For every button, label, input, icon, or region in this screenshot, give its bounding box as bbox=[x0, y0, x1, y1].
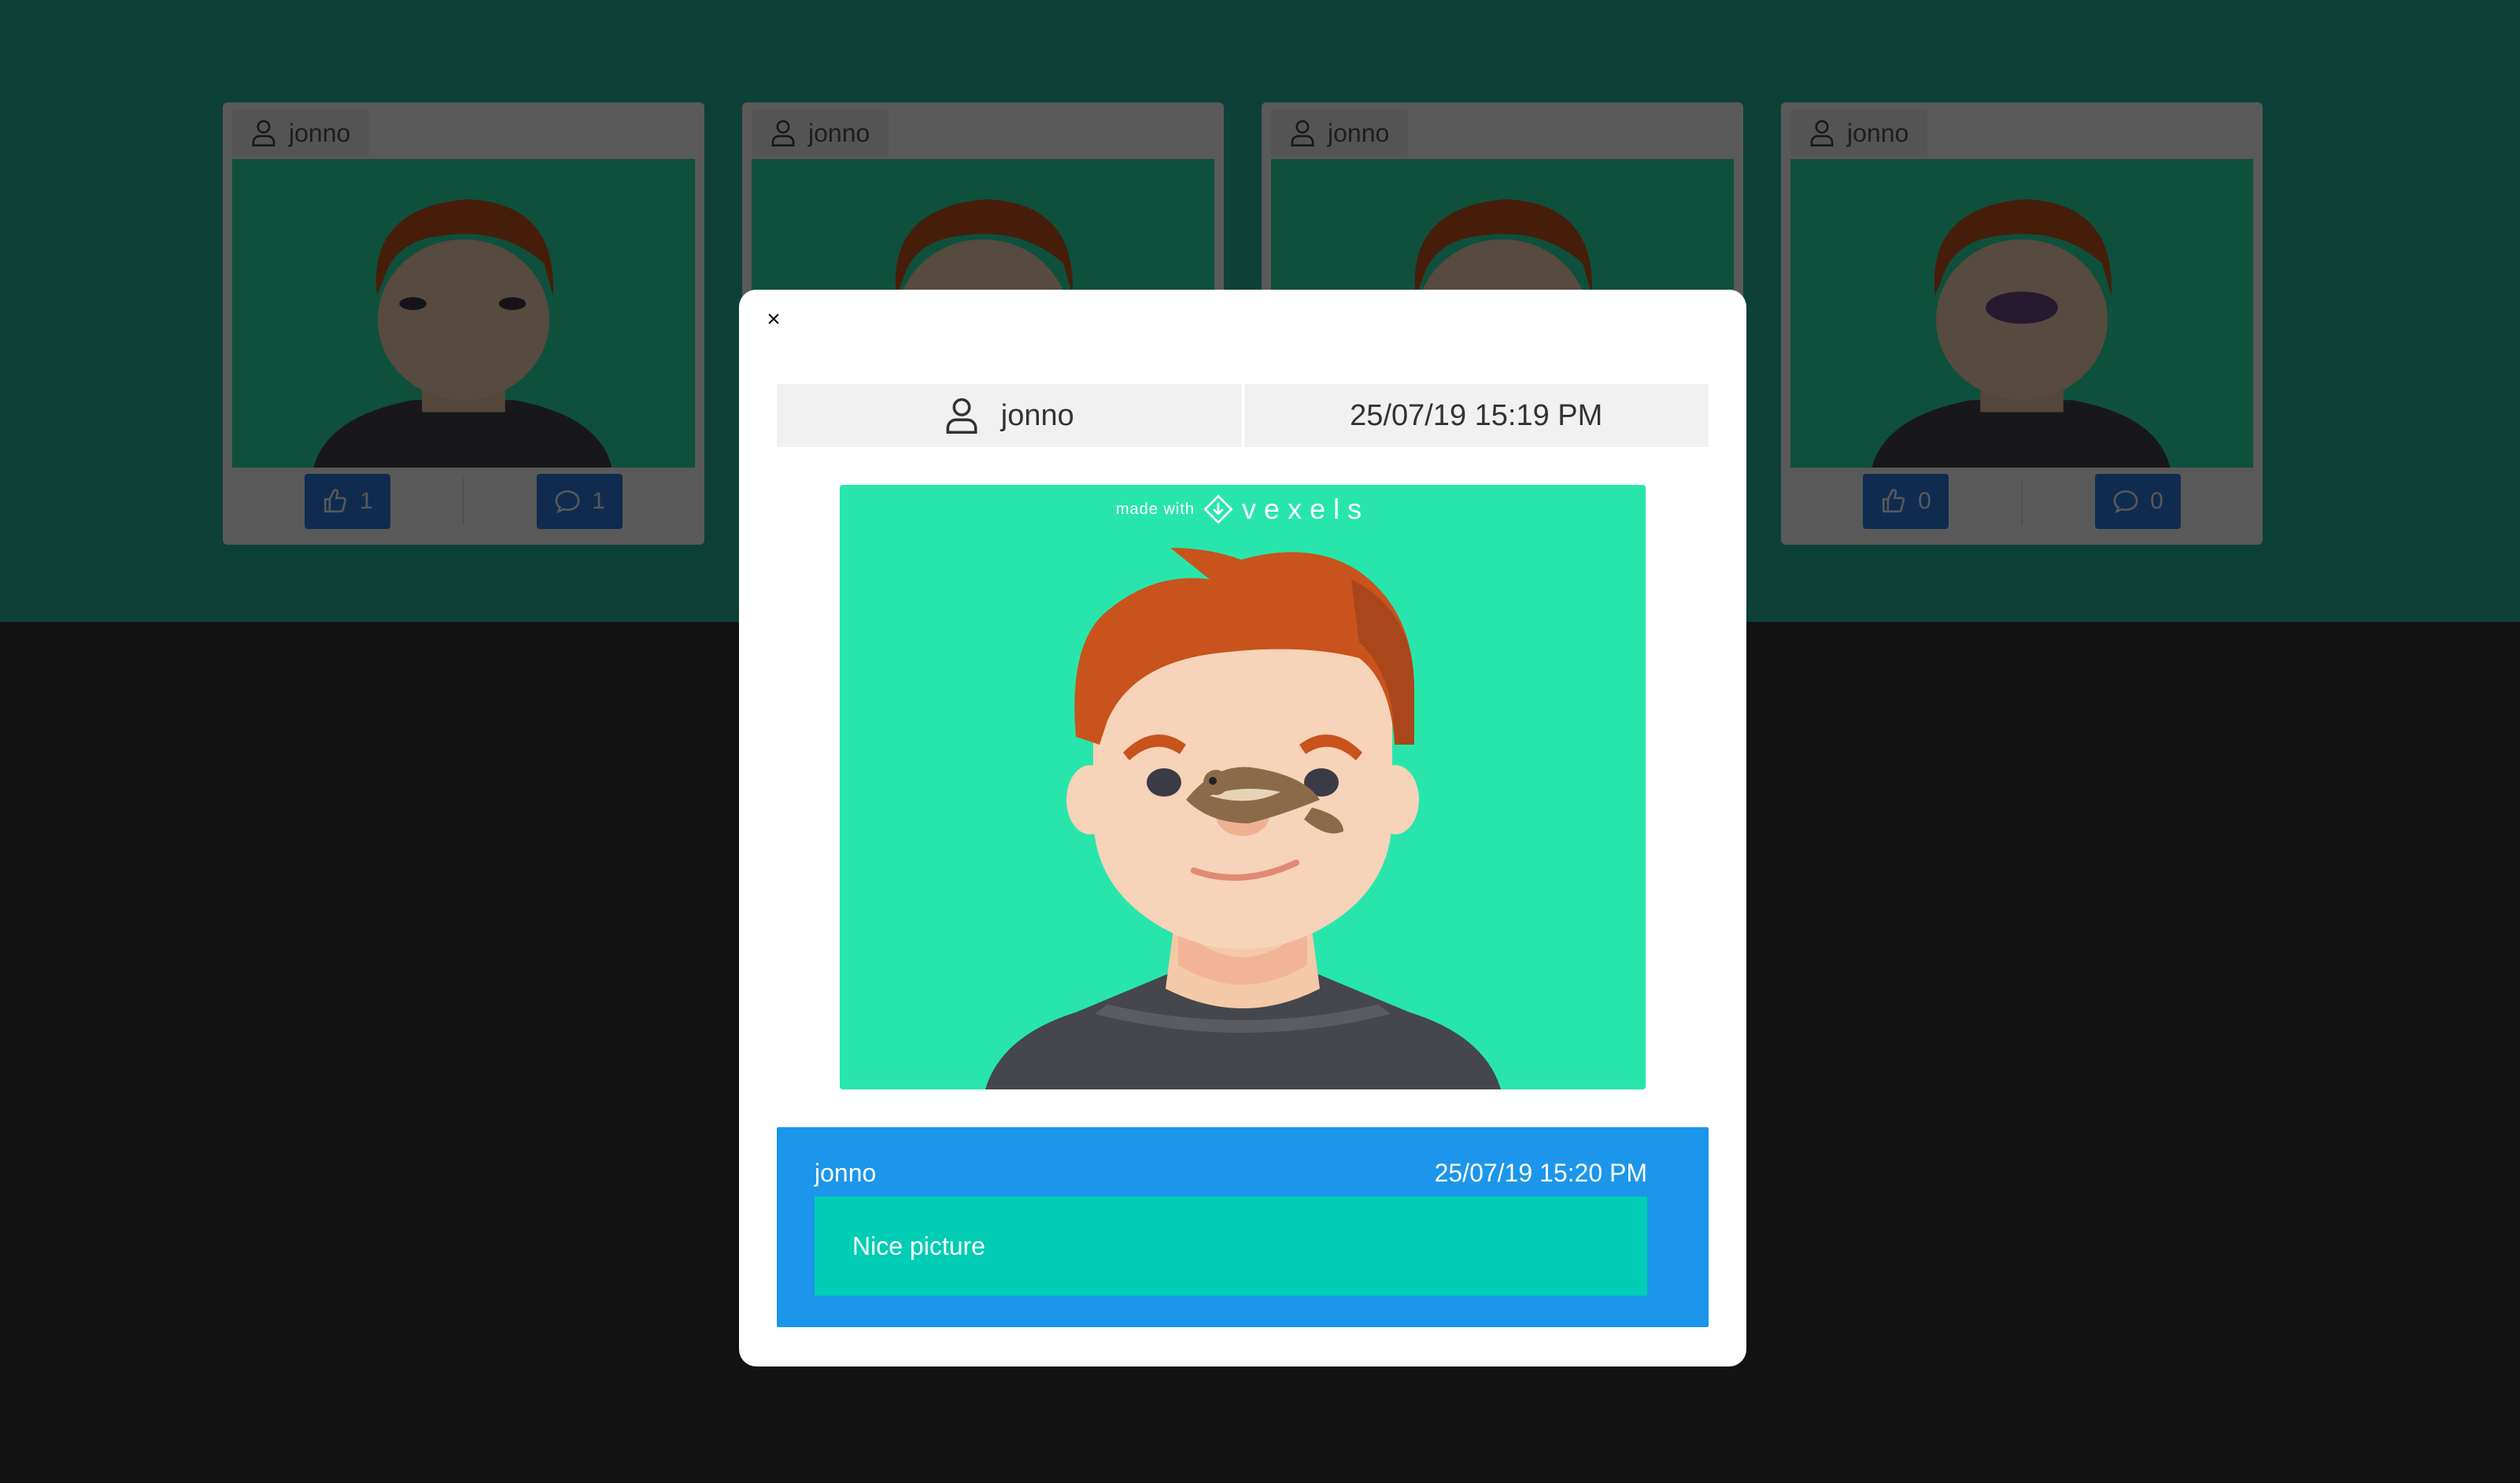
post-timestamp: 25/07/19 15:19 PM bbox=[1350, 398, 1603, 432]
user-icon bbox=[946, 398, 977, 434]
comment-text: Nice picture bbox=[815, 1196, 1647, 1296]
post-detail-modal: × jonno 25/07/19 15:19 PM made with vexe… bbox=[739, 290, 1746, 1367]
post-image: made with vexels bbox=[840, 485, 1646, 1089]
post-date: 25/07/19 15:19 PM bbox=[1243, 384, 1709, 447]
avatar-illustration bbox=[840, 485, 1646, 1089]
watermark: made with vexels bbox=[840, 493, 1646, 526]
comment-item: jonno 25/07/19 15:20 PM Nice picture bbox=[777, 1127, 1709, 1327]
post-header: jonno 25/07/19 15:19 PM bbox=[777, 384, 1709, 447]
close-button[interactable]: × bbox=[758, 304, 789, 335]
comment-author[interactable]: jonno bbox=[815, 1159, 876, 1188]
watermark-text: made with bbox=[1115, 500, 1195, 518]
post-author[interactable]: jonno bbox=[777, 384, 1242, 447]
post-username: jonno bbox=[1000, 398, 1074, 432]
watermark-brand: vexels bbox=[1242, 493, 1370, 525]
vexels-logo-icon bbox=[1203, 494, 1233, 524]
comment-timestamp: 25/07/19 15:20 PM bbox=[1434, 1159, 1647, 1187]
